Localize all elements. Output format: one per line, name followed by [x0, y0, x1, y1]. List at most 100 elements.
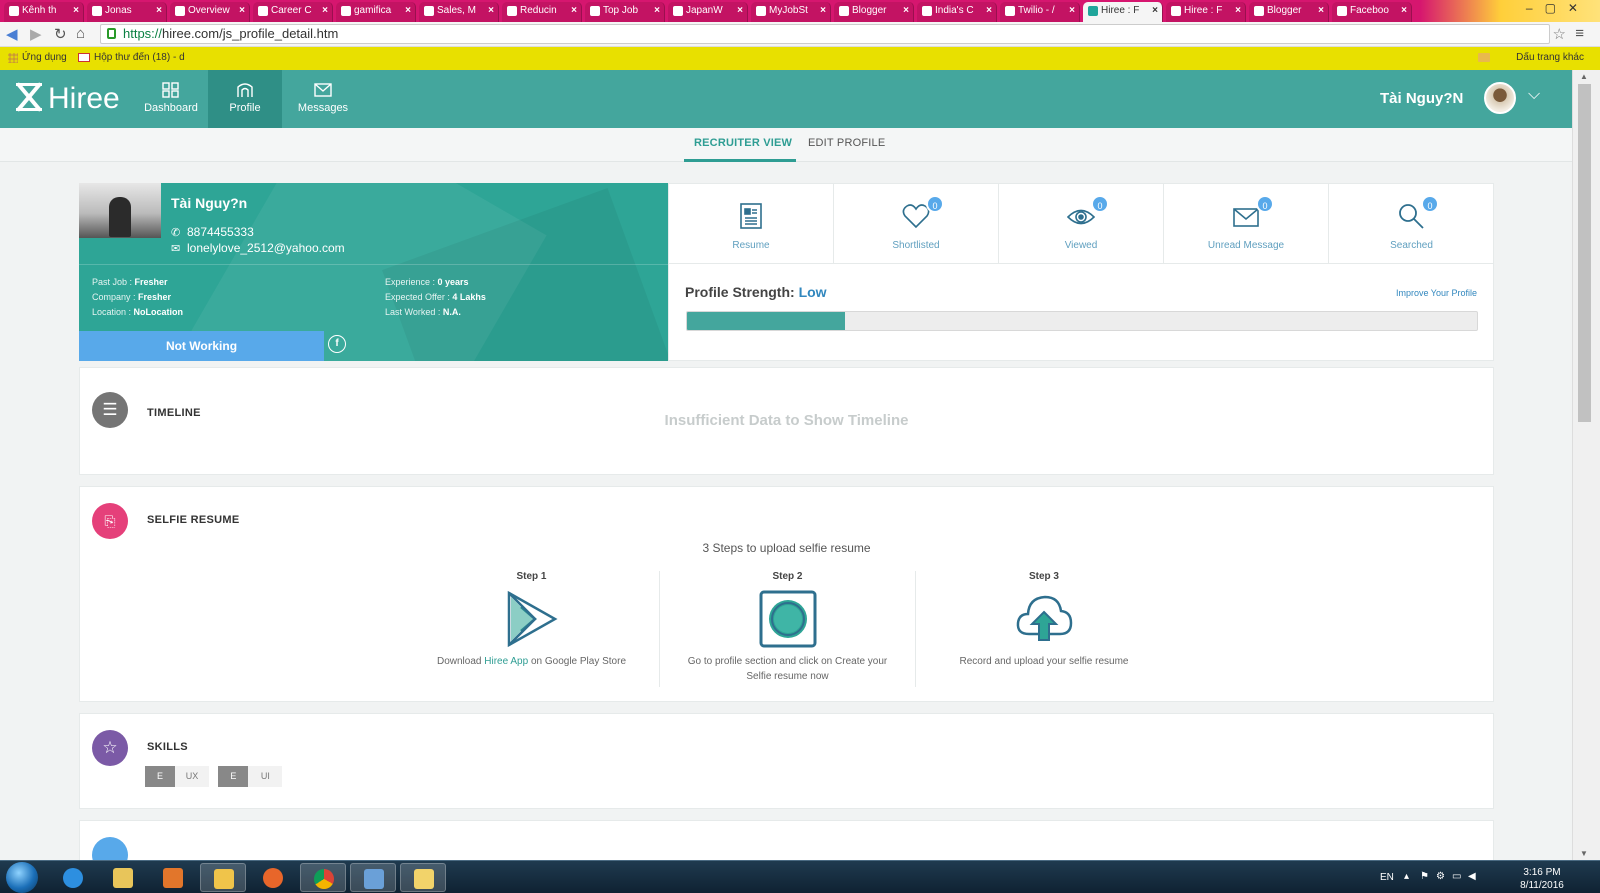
browser-tab[interactable]: MyJobSt × [751, 2, 831, 22]
window-controls[interactable]: –▢✕ [1526, 1, 1590, 15]
stat-searched[interactable]: 0 Searched [1329, 184, 1494, 263]
clock[interactable]: 3:16 PM 8/11/2016 [1512, 866, 1572, 892]
tray-arrow-icon[interactable]: ▴ [1404, 871, 1409, 882]
chrome-menu-icon[interactable]: ≡ [1575, 25, 1584, 42]
tab-close-icon[interactable]: × [1318, 2, 1324, 20]
stat-unread-message[interactable]: 0 Unread Message [1164, 184, 1329, 263]
tab-label: Reducin [520, 5, 557, 16]
browser-tab[interactable]: Reducin × [502, 2, 582, 22]
browser-tab[interactable]: Sales, M × [419, 2, 499, 22]
page-scrollbar[interactable]: ▲ ▼ [1572, 70, 1600, 860]
back-button[interactable]: ◀ [6, 25, 18, 43]
taskbar-outlook[interactable] [200, 863, 246, 892]
browser-tab[interactable]: Overview × [170, 2, 250, 22]
tab-close-icon[interactable]: × [1152, 2, 1158, 20]
taskbar-ie[interactable] [50, 863, 96, 892]
tab-close-icon[interactable]: × [73, 2, 79, 20]
tab-close-icon[interactable]: × [156, 2, 162, 20]
browser-tab[interactable]: JapanW × [668, 2, 748, 22]
browser-tab[interactable]: Jonas × [87, 2, 167, 22]
browser-tab[interactable]: Top Job × [585, 2, 665, 22]
network-icon[interactable]: ⚙ [1436, 871, 1445, 882]
scroll-down-icon[interactable]: ▼ [1580, 849, 1588, 858]
tab-favicon-icon [175, 6, 185, 16]
browser-tab[interactable]: Hiree : F × [1083, 2, 1163, 22]
stats-bar: Resume 0 Shortlisted 0 Viewed 0 Unread M… [668, 183, 1494, 264]
tab-close-icon[interactable]: × [654, 2, 660, 20]
tab-edit-profile[interactable]: EDIT PROFILE [808, 137, 885, 149]
start-button[interactable] [6, 862, 38, 893]
volume-icon[interactable]: ◀ [1468, 871, 1476, 882]
url-scheme: https:// [123, 26, 163, 41]
bookmark-other[interactable]: Dấu trang khác [1516, 52, 1584, 63]
tab-close-icon[interactable]: × [820, 2, 826, 20]
profile-meta-left: Past Job : Fresher Company : Fresher Loc… [92, 275, 183, 320]
tab-close-icon[interactable]: × [1401, 2, 1407, 20]
selfie-steps-heading: 3 Steps to upload selfie resume [702, 541, 871, 555]
step-1-pre: Download [436, 656, 485, 667]
taskbar-folder[interactable] [400, 863, 446, 892]
reload-button[interactable]: ↻ [54, 25, 67, 43]
bookmark-gmail[interactable]: Hộp thư đến (18) - d [94, 52, 185, 63]
chevron-down-icon[interactable]: ⌵ [1528, 86, 1540, 104]
bookmark-star-icon[interactable]: ☆ [1553, 25, 1566, 43]
scroll-up-icon[interactable]: ▲ [1580, 72, 1588, 81]
tab-close-icon[interactable]: × [322, 2, 328, 20]
language-indicator[interactable]: EN [1380, 872, 1394, 883]
home-button[interactable]: ⌂ [76, 25, 85, 42]
display-icon[interactable]: ▭ [1452, 871, 1461, 882]
browser-tab[interactable]: Twilio - / × [1000, 2, 1080, 22]
stat-shortlisted[interactable]: 0 Shortlisted [834, 184, 999, 263]
status-badge[interactable]: Not Working [79, 331, 324, 361]
browser-tab[interactable]: Career C × [253, 2, 333, 22]
hiree-app-link[interactable]: Hiree App [484, 656, 528, 667]
logo-text: Hiree [48, 82, 120, 115]
improve-profile-link[interactable]: Improve Your Profile [1396, 288, 1477, 298]
tab-recruiter-view[interactable]: RECRUITER VIEW [694, 137, 792, 149]
media-player-icon [163, 868, 183, 888]
taskbar-firefox[interactable] [250, 863, 296, 892]
avatar[interactable] [1484, 82, 1516, 114]
browser-tab[interactable]: Blogger × [1249, 2, 1329, 22]
facebook-icon[interactable]: f [328, 335, 346, 353]
tab-close-icon[interactable]: × [571, 2, 577, 20]
nav-messages[interactable]: Messages [286, 70, 360, 128]
bookmark-apps[interactable]: Ứng dụng [22, 52, 67, 63]
stat-resume[interactable]: Resume [669, 184, 834, 263]
step-1-title: Step 1 [516, 571, 547, 582]
apps-icon [8, 53, 18, 63]
tab-favicon-icon [507, 6, 517, 16]
tab-close-icon[interactable]: × [1235, 2, 1241, 20]
taskbar-app[interactable] [350, 863, 396, 892]
nav-profile[interactable]: Profile [208, 70, 282, 134]
tab-close-icon[interactable]: × [1069, 2, 1075, 20]
tab-close-icon[interactable]: × [903, 2, 909, 20]
forward-button[interactable]: ▶ [30, 25, 42, 43]
browser-tab[interactable]: Kênh th × [4, 2, 84, 22]
company: Company : Fresher [92, 290, 183, 305]
browser-tab[interactable]: Hiree : F × [1166, 2, 1246, 22]
tab-close-icon[interactable]: × [986, 2, 992, 20]
tab-close-icon[interactable]: × [405, 2, 411, 20]
taskbar-explorer[interactable] [100, 863, 146, 892]
browser-tab[interactable]: Blogger × [834, 2, 914, 22]
taskbar-chrome[interactable] [300, 863, 346, 892]
url-input[interactable]: https://hiree.com/js_profile_detail.htm [100, 24, 1550, 44]
browser-tab[interactable]: gamifica × [336, 2, 416, 22]
profile-icon [237, 83, 253, 97]
stat-viewed[interactable]: 0 Viewed [999, 184, 1164, 263]
tab-favicon-icon [1171, 6, 1181, 16]
browser-tab[interactable]: India's C × [917, 2, 997, 22]
tab-close-icon[interactable]: × [239, 2, 245, 20]
hiree-logo[interactable]: Hiree [14, 81, 120, 117]
tab-close-icon[interactable]: × [737, 2, 743, 20]
nav-dashboard[interactable]: Dashboard [134, 70, 208, 128]
play-store-icon[interactable] [503, 590, 561, 648]
flag-icon[interactable]: ⚑ [1420, 871, 1429, 882]
logo-mark-icon [14, 82, 44, 112]
taskbar-media[interactable] [150, 863, 196, 892]
user-name[interactable]: Tài Nguy?N [1380, 90, 1463, 107]
tab-close-icon[interactable]: × [488, 2, 494, 20]
scrollbar-thumb[interactable] [1578, 84, 1591, 422]
browser-tab[interactable]: Faceboo × [1332, 2, 1412, 22]
